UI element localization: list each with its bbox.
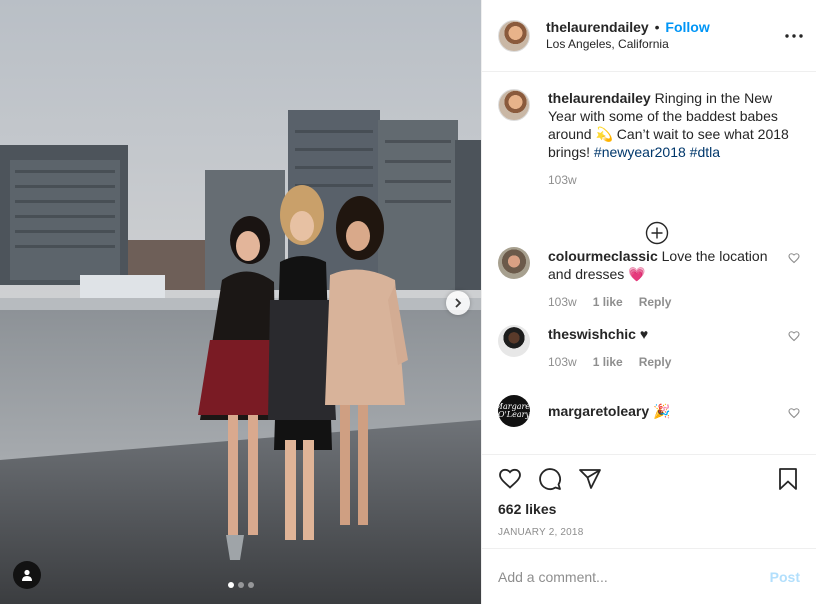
caption-username[interactable]: thelaurendailey — [548, 90, 651, 106]
commenter-username[interactable]: theswishchic — [548, 326, 636, 342]
comment-likes[interactable]: 1 like — [593, 353, 623, 371]
carousel-dot-active — [228, 582, 234, 588]
commenter-avatar[interactable] — [498, 325, 530, 357]
comment-time[interactable]: 103w — [548, 353, 577, 371]
more-horizontal-icon — [785, 33, 803, 38]
add-comment-input[interactable] — [498, 568, 770, 585]
comment-text: 🎉 — [653, 403, 671, 419]
commenter-avatar[interactable]: Margaret O'Leary — [498, 395, 530, 427]
caption-meta: 103w — [548, 171, 800, 189]
post-date[interactable]: JANUARY 2, 2018 — [498, 527, 800, 538]
tagged-users-button[interactable] — [13, 561, 41, 589]
plus-circle-icon[interactable] — [645, 221, 669, 245]
comment-text-block: theswishchic ♥ — [548, 325, 800, 343]
rooftop-photo — [0, 0, 481, 604]
follow-button[interactable]: Follow — [665, 19, 709, 35]
caption-text-block: thelaurendailey Ringing in the New Year … — [548, 89, 800, 161]
comment-meta: 103w 1 like Reply — [548, 353, 800, 371]
hashtag-link[interactable]: #newyear2018 — [594, 144, 686, 160]
caption: thelaurendailey Ringing in the New Year … — [498, 89, 800, 245]
like-comment-heart-icon[interactable] — [788, 407, 800, 419]
next-photo-button[interactable] — [446, 291, 470, 315]
like-comment-heart-icon[interactable] — [788, 252, 800, 264]
post-photo[interactable] — [0, 0, 481, 604]
post-header: thelaurendailey • Follow Los Angeles, Ca… — [482, 0, 816, 72]
action-bar — [498, 455, 800, 503]
author-username[interactable]: thelaurendailey — [546, 19, 649, 35]
separator-dot: • — [654, 18, 660, 35]
post-comment-button[interactable]: Post — [770, 569, 800, 585]
comment-body: colourmeclassic Love the location and dr… — [548, 247, 800, 325]
comment-likes[interactable]: 1 like — [593, 293, 623, 311]
like-heart-icon[interactable] — [498, 467, 522, 491]
person-icon — [22, 569, 32, 581]
comment-text: ♥ — [639, 326, 649, 342]
comment-bubble-icon[interactable] — [538, 467, 562, 491]
save-bookmark-icon[interactable] — [776, 467, 800, 491]
carousel-indicator — [228, 582, 254, 588]
share-send-icon[interactable] — [578, 467, 602, 491]
comment-item: colourmeclassic Love the location and dr… — [498, 247, 800, 325]
carousel-dot — [248, 582, 254, 588]
caption-time[interactable]: 103w — [548, 171, 577, 189]
chevron-right-icon — [455, 298, 462, 308]
comment-item: theswishchic ♥ 103w 1 like Reply — [498, 325, 800, 395]
post-sidebar: thelaurendailey • Follow Los Angeles, Ca… — [481, 0, 816, 604]
carousel-dot — [238, 582, 244, 588]
commenter-username[interactable]: colourmeclassic — [548, 248, 658, 264]
comment-composer: Post — [482, 548, 816, 604]
avatar-logo-text: Margaret O'Leary — [498, 402, 530, 419]
more-options-button[interactable] — [782, 24, 806, 48]
instagram-post: thelaurendailey • Follow Los Angeles, Ca… — [0, 0, 816, 604]
author-avatar[interactable] — [498, 19, 530, 52]
commenter-avatar[interactable] — [498, 247, 530, 279]
comment-body: theswishchic ♥ 103w 1 like Reply — [548, 325, 800, 395]
like-comment-heart-icon[interactable] — [788, 330, 800, 342]
caption-body: thelaurendailey Ringing in the New Year … — [548, 89, 800, 236]
comments-list[interactable]: thelaurendailey Ringing in the New Year … — [482, 73, 816, 454]
caption-avatar[interactable] — [498, 89, 530, 121]
comment-text-block: colourmeclassic Love the location and dr… — [548, 247, 800, 283]
comment-body: margaretoleary 🎉 — [548, 395, 800, 435]
post-actions: 662 likes JANUARY 2, 2018 — [482, 454, 816, 538]
author-info: thelaurendailey • Follow Los Angeles, Ca… — [546, 19, 782, 53]
commenter-username[interactable]: margaretoleary — [548, 403, 649, 419]
reply-button[interactable]: Reply — [639, 353, 672, 371]
comment-time[interactable]: 103w — [548, 293, 577, 311]
comment-text-block: margaretoleary 🎉 — [548, 395, 800, 420]
likes-count[interactable]: 662 likes — [498, 501, 800, 517]
post-location[interactable]: Los Angeles, California — [546, 36, 782, 53]
reply-button[interactable]: Reply — [639, 293, 672, 311]
comment-item: Margaret O'Leary margaretoleary 🎉 — [498, 395, 800, 435]
hashtag-link[interactable]: #dtla — [690, 144, 720, 160]
comment-meta: 103w 1 like Reply — [548, 293, 800, 311]
